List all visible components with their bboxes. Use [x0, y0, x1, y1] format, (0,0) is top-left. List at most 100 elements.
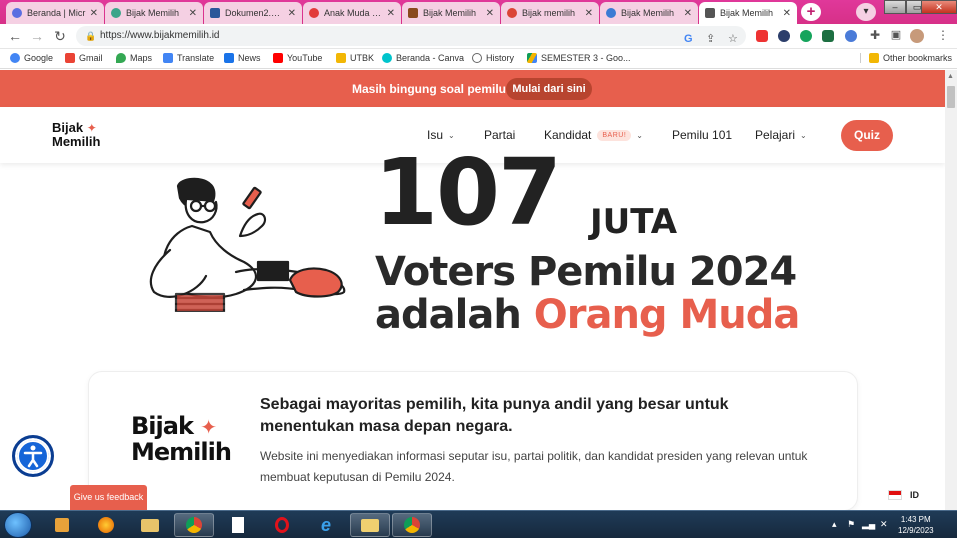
feedback-button[interactable]: Give us feedback — [70, 485, 147, 510]
folder-taskbar-button[interactable] — [350, 513, 390, 537]
tab-favicon-icon — [507, 8, 517, 18]
address-bar[interactable]: 🔒 https://www.bijakmemilih.id G ⇪ ☆ — [76, 26, 746, 46]
extensions-puzzle-icon[interactable]: ✚ — [866, 28, 884, 42]
pushpin-icon: ✦ — [200, 415, 217, 439]
firefox-icon[interactable] — [86, 513, 126, 537]
accessibility-button[interactable] — [12, 435, 54, 477]
media-player-icon[interactable] — [42, 513, 82, 537]
forward-arrow-icon[interactable]: → — [28, 28, 46, 44]
tab-anak-muda[interactable]: Anak Muda Bak ✕ — [303, 2, 401, 24]
hero-line1: Voters Pemilu 2024 — [375, 249, 797, 295]
bookmark-translate[interactable]: Translate — [163, 53, 214, 63]
hero-illustration — [149, 177, 346, 312]
quiz-button[interactable]: Quiz — [841, 120, 893, 151]
tab-favicon-icon — [309, 8, 319, 18]
document-icon[interactable] — [218, 513, 258, 537]
bookmark-youtube[interactable]: YouTube — [273, 53, 322, 63]
chrome-taskbar-button-2[interactable] — [392, 513, 432, 537]
side-panel-icon[interactable]: ▣ — [887, 28, 905, 41]
accessibility-icon — [17, 440, 49, 472]
tab-favicon-icon — [12, 8, 22, 18]
volume-muted-icon[interactable]: ✕ — [880, 519, 888, 530]
bookmark-canva[interactable]: Beranda - Canva — [382, 53, 464, 63]
bookmark-google[interactable]: Google — [10, 53, 53, 63]
tab-bijak-memilih-2[interactable]: Bijak Memilih ✕ — [402, 2, 500, 24]
start-here-button[interactable]: Mulai dari sini — [506, 78, 592, 100]
close-tab-icon[interactable]: ✕ — [585, 8, 593, 19]
opera-icon[interactable] — [262, 513, 302, 537]
close-tab-icon[interactable]: ✕ — [486, 8, 494, 19]
scrollbar-thumb[interactable] — [947, 86, 955, 108]
folder-icon — [869, 53, 879, 63]
back-arrow-icon[interactable]: ← — [6, 28, 24, 44]
system-clock[interactable]: 1:43 PM 12/9/2023 — [898, 514, 934, 536]
announcement-banner: Masih bingung soal pemilu? Mulai dari si… — [0, 70, 945, 107]
tab-bijak-memilih-1[interactable]: Bijak Memilih ✕ — [105, 2, 203, 24]
language-switcher[interactable]: ID — [888, 490, 919, 500]
tab-favicon-icon — [111, 8, 121, 18]
pushpin-icon: ✦ — [86, 121, 97, 135]
bookmark-history[interactable]: History — [472, 53, 514, 63]
bookmark-news[interactable]: News — [224, 53, 261, 63]
reload-icon[interactable]: ↻ — [51, 28, 69, 45]
extension-icon[interactable] — [756, 30, 768, 42]
gmail-icon — [65, 53, 75, 63]
site-logo[interactable]: Bijak ✦ Memilih — [52, 121, 100, 148]
close-tab-icon[interactable]: ✕ — [189, 8, 197, 19]
tab-bijak-memilih-3[interactable]: Bijak memilih ✕ — [501, 2, 599, 24]
chevron-down-icon: ⌄ — [800, 130, 807, 140]
extension-icon[interactable] — [822, 30, 834, 42]
share-icon[interactable]: ⇪ — [706, 29, 715, 49]
grammarly-icon[interactable] — [800, 30, 812, 42]
youtube-icon — [273, 53, 283, 63]
close-tab-icon[interactable]: ✕ — [387, 8, 395, 19]
lock-icon: 🔒 — [85, 31, 97, 41]
tab-beranda[interactable]: Beranda | Micr ✕ — [6, 2, 104, 24]
nav-pelajari[interactable]: Pelajari ⌄ — [755, 128, 807, 142]
profile-avatar[interactable] — [910, 29, 924, 43]
url-text: https://www.bijakmemilih.id — [100, 30, 220, 41]
tray-expand-icon[interactable]: ▴ — [832, 519, 837, 530]
card-logo: Bijak ✦ Memilih — [131, 412, 232, 466]
close-tab-icon[interactable]: ✕ — [783, 8, 791, 19]
history-clock-icon — [472, 53, 482, 63]
bookmark-maps[interactable]: Maps — [116, 53, 152, 63]
tab-bijak-memilih-active[interactable]: Bijak Memilih ✕ — [699, 2, 797, 24]
indonesia-flag-icon — [888, 490, 902, 500]
tab-favicon-icon — [408, 8, 418, 18]
close-window-button[interactable]: ✕ — [921, 0, 957, 14]
google-icon — [10, 53, 20, 63]
bookmark-star-icon[interactable]: ☆ — [728, 29, 738, 49]
card-title: Sebagai mayoritas pemilih, kita punya an… — [260, 396, 729, 435]
new-tab-button[interactable]: + — [801, 3, 821, 21]
extension-icon[interactable] — [845, 30, 857, 42]
extension-icon[interactable] — [778, 30, 790, 42]
bookmarks-bar: Google Gmail Maps Translate News YouTube… — [0, 50, 957, 69]
close-tab-icon[interactable]: ✕ — [90, 8, 98, 19]
bookmark-semester3[interactable]: SEMESTER 3 - Goo... — [527, 53, 631, 63]
menu-kebab-icon[interactable]: ⋮ — [934, 28, 952, 42]
tab-search-chevron-icon[interactable]: ▾ — [856, 3, 876, 21]
bookmark-utbk[interactable]: UTBK — [336, 53, 374, 63]
chevron-down-icon: ⌄ — [636, 130, 643, 140]
network-signal-icon[interactable]: ▂▄ — [862, 519, 875, 530]
hero-number: 107 — [374, 139, 562, 246]
web-page: Masih bingung soal pemilu? Mulai dari si… — [0, 70, 945, 510]
scroll-up-arrow-icon[interactable]: ▲ — [947, 73, 954, 80]
close-tab-icon[interactable]: ✕ — [288, 8, 296, 19]
tab-bijak-memilih-4[interactable]: Bijak Memilih ✕ — [600, 2, 698, 24]
other-bookmarks[interactable]: Other bookmarks — [860, 53, 952, 63]
tab-dokumen2[interactable]: Dokumen2.docx ✕ — [204, 2, 302, 24]
chrome-taskbar-button[interactable] — [174, 513, 214, 537]
action-center-flag-icon[interactable]: ⚑ — [847, 519, 855, 530]
file-explorer-icon[interactable] — [130, 513, 170, 537]
start-button[interactable] — [4, 512, 32, 538]
close-tab-icon[interactable]: ✕ — [684, 8, 692, 19]
browser-tab-strip: Beranda | Micr ✕ Bijak Memilih ✕ Dokumen2.… — [0, 0, 957, 24]
google-lens-icon[interactable]: G — [684, 29, 693, 49]
bookmark-gmail[interactable]: Gmail — [65, 53, 103, 63]
page-scrollbar[interactable]: ▲ — [945, 70, 957, 510]
minimize-button[interactable]: – — [884, 0, 906, 14]
nav-pemilu-101[interactable]: Pemilu 101 — [672, 128, 732, 142]
internet-explorer-icon[interactable]: e — [306, 513, 346, 537]
